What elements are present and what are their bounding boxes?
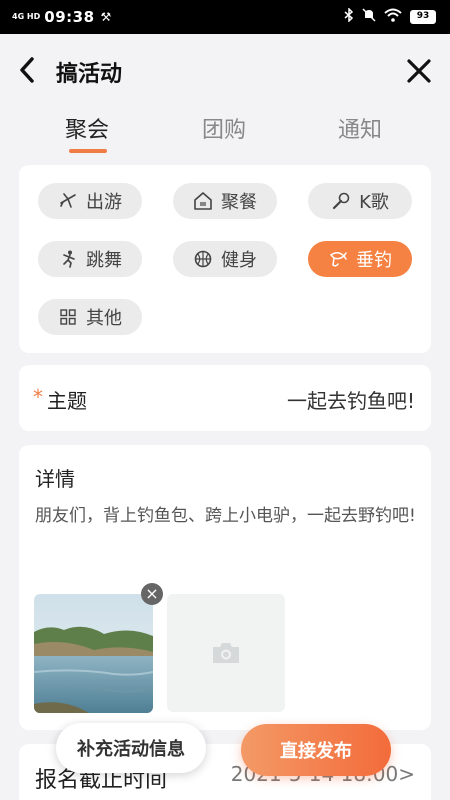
status-icons: 93 [344,7,436,26]
details-card: 详情 朋友们，背上钓鱼包、跨上小电驴，一起去野钓吧! × [19,445,431,730]
category-label: 其他 [86,308,122,329]
more-info-button[interactable]: 补充活动信息 [56,723,206,773]
category-chip-travel[interactable]: 出游 [38,183,142,219]
tab-party[interactable]: 聚会 [65,112,109,144]
clock: 09:38 [44,8,95,26]
remove-photo-button[interactable]: × [141,583,163,605]
wifi-icon [384,8,402,26]
dance-icon [63,250,75,268]
category-label: 跳舞 [86,250,122,271]
battery-icon: 93 [410,10,436,24]
fishing-icon [329,252,347,267]
tools-icon: ⚒ [100,10,112,24]
topic-input[interactable]: 一起去钓鱼吧! [287,385,415,414]
category-label: 健身 [221,250,257,271]
required-mark: * [33,385,43,409]
restaurant-icon [194,192,212,210]
network-indicator: 4G HD [12,12,41,21]
tab-indicator [69,149,107,153]
basketball-icon [194,250,212,268]
category-card: 出游 聚餐 K歌 跳舞 健身 垂钓 其他 [19,165,431,353]
topic-field[interactable]: * 主题 一起去钓鱼吧! [19,365,431,431]
bluetooth-icon [344,7,354,26]
topic-label: 主题 [47,389,87,413]
close-icon[interactable] [406,58,432,84]
category-label: 聚餐 [221,192,257,213]
tab-group-buy[interactable]: 团购 [202,112,246,144]
microphone-icon [332,192,350,210]
camera-icon [213,643,239,663]
mute-icon [362,8,376,26]
tab-notice[interactable]: 通知 [338,112,382,144]
category-chip-dance[interactable]: 跳舞 [38,241,142,277]
add-photo-button[interactable] [167,594,285,712]
page-title: 搞活动 [56,62,123,87]
category-label: K歌 [359,192,389,213]
publish-button[interactable]: 直接发布 [241,724,391,776]
category-chip-other[interactable]: 其他 [38,299,142,335]
category-chip-fishing[interactable]: 垂钓 [308,241,412,277]
category-chip-fitness[interactable]: 健身 [173,241,277,277]
header: 搞活动 [0,34,450,108]
status-bar: 4G HD 09:38 ⚒ 93 [0,0,450,34]
chevron-left-icon[interactable] [16,56,40,84]
grid-icon [60,309,76,325]
uploaded-photo[interactable] [34,594,153,713]
details-label: 详情 [35,467,75,491]
tab-bar: 聚会 团购 通知 [0,108,450,158]
details-textarea[interactable]: 朋友们，背上钓鱼包、跨上小电驴，一起去野钓吧! [35,503,419,529]
airplane-icon [60,193,76,208]
category-label: 垂钓 [356,250,392,271]
category-label: 出游 [86,192,122,213]
category-chip-karaoke[interactable]: K歌 [308,183,412,219]
category-chip-dining[interactable]: 聚餐 [173,183,277,219]
